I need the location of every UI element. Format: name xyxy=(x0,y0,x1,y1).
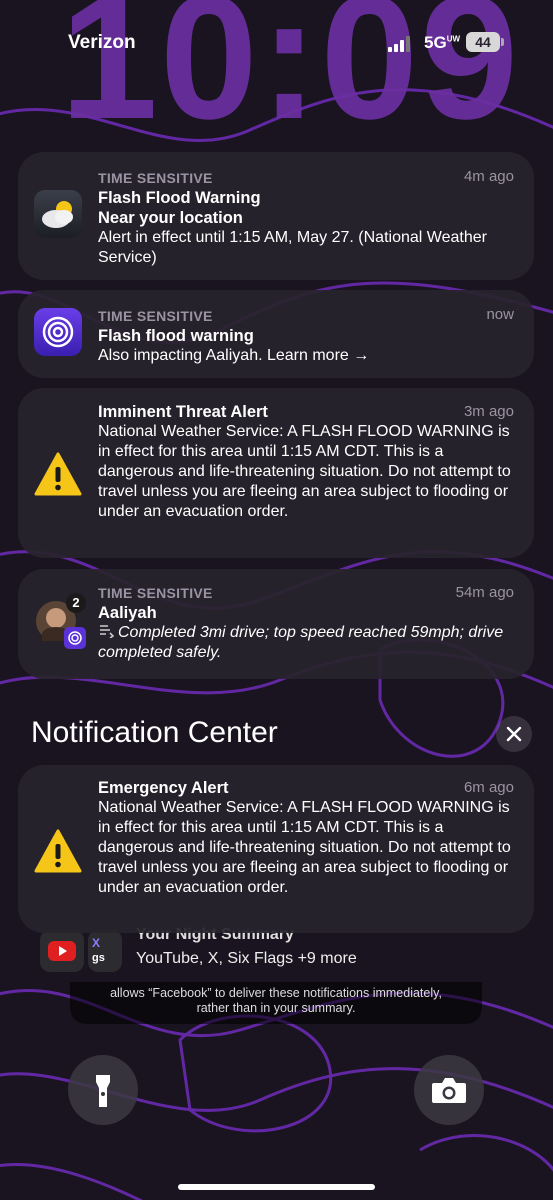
facebook-note-line2: rather than in your summary. xyxy=(196,1001,356,1015)
notification-time: 54m ago xyxy=(455,584,514,601)
notification-time: 6m ago xyxy=(463,779,514,796)
notification-title: Imminent Threat Alert xyxy=(98,403,268,421)
time-sensitive-label: TIME SENSITIVE xyxy=(98,585,213,601)
carrier-name: Verizon xyxy=(68,32,136,53)
close-icon xyxy=(506,726,522,742)
battery-nub-icon xyxy=(501,38,504,46)
notification-content: Imminent Threat Alert National Weather S… xyxy=(98,402,516,522)
six-flags-partial-label: gs xyxy=(92,952,105,964)
notification-time: now xyxy=(486,306,514,323)
notification-count-badge: 2 xyxy=(66,593,86,613)
notification-title: Flash Flood Warning xyxy=(98,189,261,207)
drive-route-icon xyxy=(100,625,115,639)
youtube-app-icon xyxy=(40,930,84,972)
network-suffix: UW xyxy=(446,34,461,44)
facebook-note-line1: allows “Facebook” to deliver these notif… xyxy=(110,986,442,1000)
flashlight-button[interactable] xyxy=(68,1055,138,1125)
notification-title: Aaliyah xyxy=(98,604,157,622)
facebook-summary-note: allows “Facebook” to deliver these notif… xyxy=(70,982,482,1024)
drive-summary-text: Completed 3mi drive; top speed reached 5… xyxy=(98,624,504,661)
time-sensitive-label: TIME SENSITIVE xyxy=(98,170,213,186)
notification-title: Flash flood warning xyxy=(98,327,254,345)
home-indicator[interactable] xyxy=(178,1184,375,1190)
notification-emergency-alert[interactable]: Emergency Alert National Weather Service… xyxy=(18,765,534,933)
notification-subtitle: Near your location xyxy=(98,209,243,227)
notification-flash-flood-warning[interactable]: TIME SENSITIVE Flash Flood Warning Near … xyxy=(18,152,534,280)
notification-center-title: Notification Center xyxy=(31,716,278,749)
flashlight-icon xyxy=(96,1075,110,1107)
weather-partly-cloudy-icon xyxy=(34,190,82,238)
summary-apps: YouTube, X, Six Flags +9 more xyxy=(136,950,357,967)
notification-time: 4m ago xyxy=(463,168,514,185)
x-icon-glyph: X xyxy=(92,936,101,950)
status-bar: Verizon 5GUW 44 xyxy=(0,28,553,58)
notification-content: Emergency Alert National Weather Service… xyxy=(98,778,516,898)
camera-icon xyxy=(432,1078,466,1103)
notification-content: TIME SENSITIVE Aaliyah Completed 3mi dri… xyxy=(98,583,516,663)
lock-screen-clock: 10:09 xyxy=(60,0,521,156)
notification-content: TIME SENSITIVE Flash Flood Warning Near … xyxy=(98,168,516,268)
notification-content: TIME SENSITIVE Flash flood warning Also … xyxy=(98,306,516,366)
cellular-signal-icon xyxy=(388,36,410,52)
life360-badge-icon xyxy=(64,627,86,649)
network-type: 5GUW xyxy=(424,33,460,53)
life360-icon xyxy=(34,308,82,356)
notification-title: Emergency Alert xyxy=(98,779,229,797)
notification-imminent-threat-alert[interactable]: Imminent Threat Alert National Weather S… xyxy=(18,388,534,558)
notification-body: Alert in effect until 1:15 AM, May 27. (… xyxy=(98,229,487,266)
notification-life360-flash-flood[interactable]: TIME SENSITIVE Flash flood warning Also … xyxy=(18,290,534,378)
x-app-icon: X gs xyxy=(88,930,122,972)
battery-level: 44 xyxy=(466,32,500,52)
notification-aaliyah-drive[interactable]: 2 TIME SENSITIVE Aaliyah Completed 3mi d… xyxy=(18,569,534,679)
notification-time: 3m ago xyxy=(463,403,514,420)
camera-button[interactable] xyxy=(414,1055,484,1125)
notification-body: Also impacting Aaliyah. Learn more → xyxy=(98,347,370,364)
network-label: 5G xyxy=(424,33,447,52)
notification-body: National Weather Service: A FLASH FLOOD … xyxy=(98,423,511,520)
time-sensitive-label: TIME SENSITIVE xyxy=(98,308,213,324)
avatar: 2 xyxy=(34,593,86,649)
warning-triangle-icon xyxy=(34,829,82,873)
close-button[interactable] xyxy=(496,716,532,752)
notification-body: Completed 3mi drive; top speed reached 5… xyxy=(98,623,516,663)
warning-triangle-icon xyxy=(34,452,82,496)
notification-body: National Weather Service: A FLASH FLOOD … xyxy=(98,799,511,896)
